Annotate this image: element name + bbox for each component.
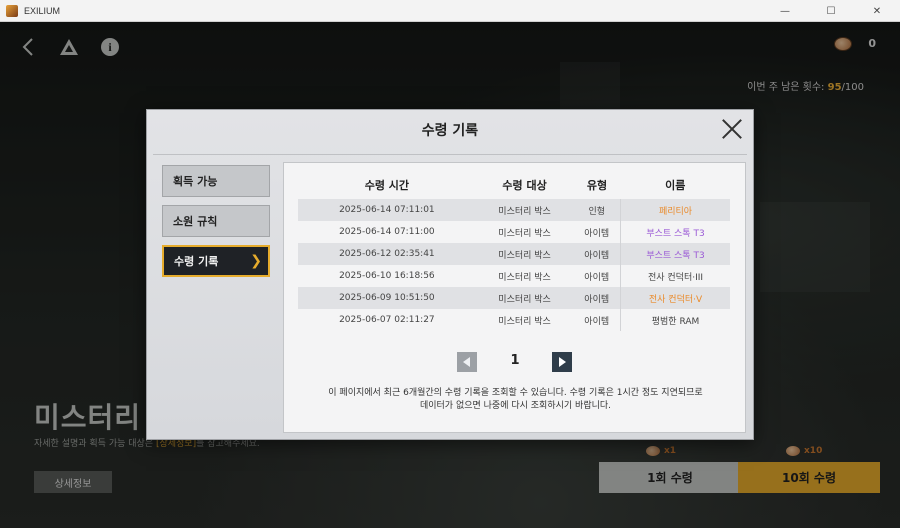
tab-obtainable[interactable]: 획득 가능 (162, 165, 270, 197)
divider (153, 154, 747, 155)
table-row: 2025-06-09 10:51:50 미스터리 박스 아이템 전사 컨덕터·V (298, 287, 730, 309)
minimize-button[interactable]: — (762, 0, 808, 22)
record-name: 페리티아 (620, 199, 730, 221)
record-target: 미스터리 박스 (498, 272, 551, 283)
table-row: 2025-06-12 02:35:41 미스터리 박스 아이템 부스트 스톡 T3 (298, 243, 730, 265)
notice-line: 이 페이지에서 최근 6개월간의 수령 기록을 조회할 수 있습니다. 수령 기… (328, 388, 703, 398)
record-time: 2025-06-14 07:11:01 (298, 199, 476, 221)
close-icon[interactable] (719, 116, 745, 142)
notice-line: 데이터가 없으면 나중에 다시 조회하시기 바랍니다. (419, 401, 612, 411)
table-header-row: 수령 시간 수령 대상 유형 이름 (298, 171, 730, 199)
record-type: 인형 (573, 199, 621, 221)
record-target: 미스터리 박스 (498, 316, 551, 327)
record-target: 미스터리 박스 (498, 228, 551, 239)
prev-page-button[interactable] (457, 352, 477, 372)
column-header: 수령 시간 (364, 179, 410, 192)
record-time: 2025-06-09 10:51:50 (298, 287, 476, 309)
record-target: 미스터리 박스 (475, 199, 574, 221)
table-row: 2025-06-10 16:18:56 미스터리 박스 아이템 전사 컨덕터·III (298, 265, 730, 287)
next-page-button[interactable] (552, 352, 572, 372)
record-type: 아이템 (573, 287, 621, 309)
record-type: 아이템 (573, 243, 621, 265)
record-target: 미스터리 박스 (475, 243, 574, 265)
table-row: 2025-06-14 07:11:00 미스터리 박스 아이템 부스트 스톡 T3 (298, 221, 730, 243)
tab-label: 획득 가능 (173, 175, 218, 188)
column-header: 유형 (586, 179, 608, 192)
history-panel: 수령 시간 수령 대상 유형 이름 2025-06-14 07:11:01 미스터… (283, 162, 746, 433)
chevron-right-icon: ❯ (250, 253, 262, 269)
modal-header: 수령 기록 (147, 110, 753, 150)
record-type: 아이템 (584, 316, 610, 327)
tab-label: 수령 기록 (174, 255, 219, 268)
record-time: 2025-06-14 07:11:00 (339, 227, 435, 237)
app-icon (6, 4, 18, 17)
window-titlebar: EXILIUM — ☐ ✕ (0, 0, 900, 22)
window-title: EXILIUM (24, 5, 61, 16)
record-time: 2025-06-07 02:11:27 (339, 315, 435, 325)
modal-title: 수령 기록 (421, 123, 479, 139)
record-name: 전사 컨덕터·III (620, 265, 730, 287)
record-time: 2025-06-12 02:35:41 (298, 243, 476, 265)
record-name: 부스트 스톡 T3 (620, 221, 730, 243)
column-header: 이름 (665, 179, 686, 192)
table-row: 2025-06-14 07:11:01 미스터리 박스 인형 페리티아 (298, 199, 730, 221)
record-type: 아이템 (584, 272, 610, 283)
history-table: 수령 시간 수령 대상 유형 이름 2025-06-14 07:11:01 미스터… (298, 171, 730, 331)
pagination: 1 (457, 352, 572, 372)
notice-text: 이 페이지에서 최근 6개월간의 수령 기록을 조회할 수 있습니다. 수령 기… (294, 387, 737, 413)
tab-history[interactable]: 수령 기록 ❯ (162, 245, 270, 277)
column-header: 수령 대상 (502, 179, 547, 192)
record-type: 아이템 (584, 228, 610, 239)
record-time: 2025-06-10 16:18:56 (339, 271, 435, 281)
page-number: 1 (510, 353, 520, 368)
close-window-button[interactable]: ✕ (854, 0, 900, 22)
maximize-button[interactable]: ☐ (808, 0, 854, 22)
table-row: 2025-06-07 02:11:27 미스터리 박스 아이템 평범한 RAM (298, 309, 730, 331)
tab-label: 소원 규칙 (173, 215, 218, 228)
record-name: 전사 컨덕터·V (620, 287, 730, 309)
record-name: 부스트 스톡 T3 (620, 243, 730, 265)
history-modal: 수령 기록 획득 가능 소원 규칙 수령 기록 ❯ 수령 시간 수령 대상 유형… (146, 109, 754, 440)
record-name: 평범한 RAM (620, 309, 730, 331)
record-target: 미스터리 박스 (475, 287, 574, 309)
tab-wish-rules[interactable]: 소원 규칙 (162, 205, 270, 237)
